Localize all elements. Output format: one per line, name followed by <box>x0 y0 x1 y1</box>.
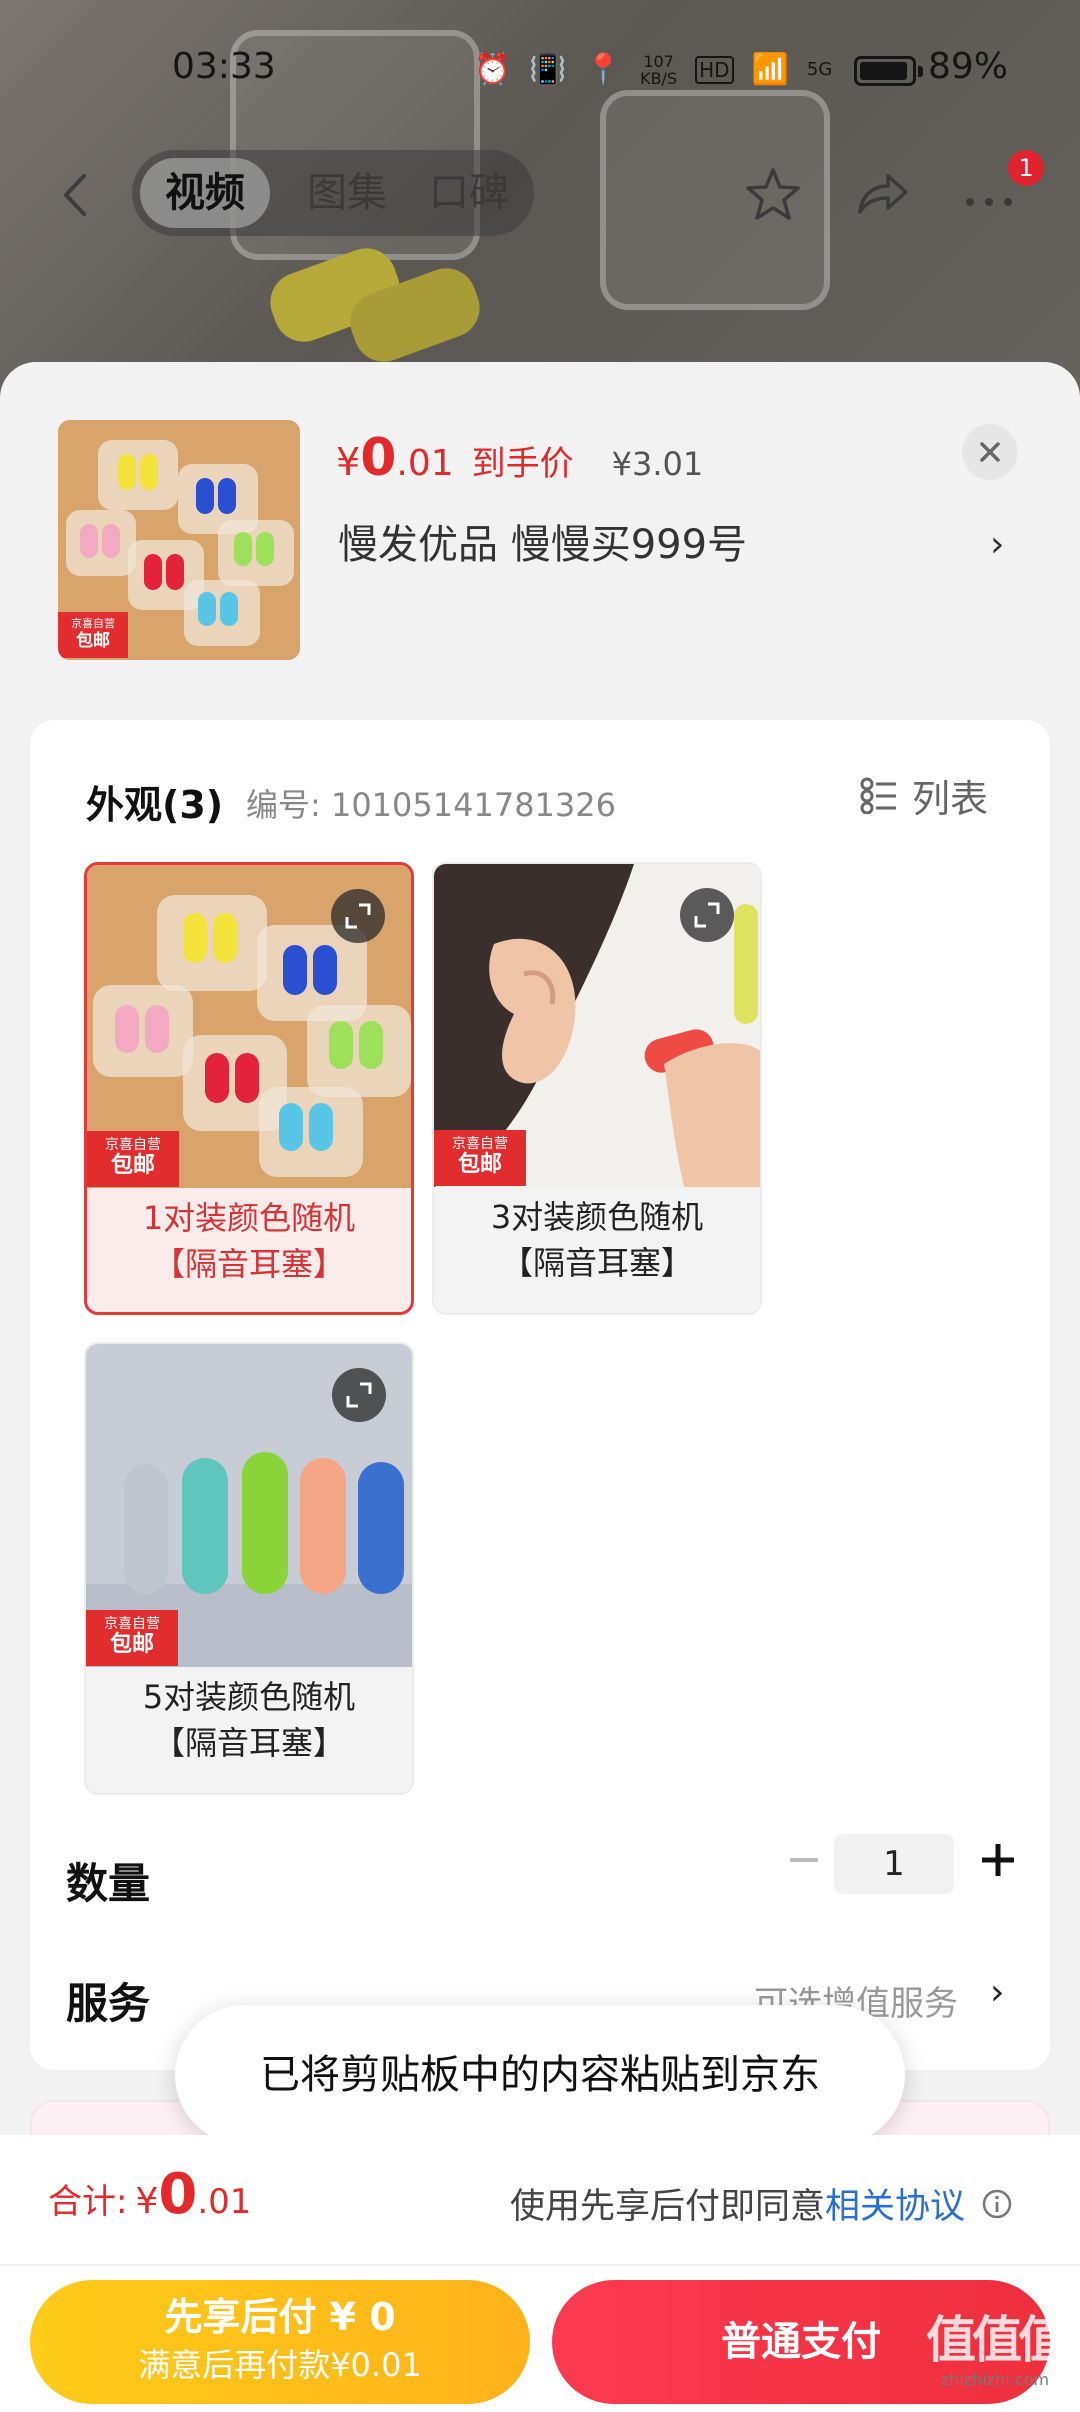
list-toggle-label: 列表 <box>912 776 989 821</box>
price-decimal: .01 <box>396 443 454 484</box>
expand-arrows-icon <box>345 903 371 929</box>
price-tag-label: 到手价 <box>471 444 574 484</box>
variant-label: 1对装颜色随机 【隔音耳塞】 <box>87 1195 411 1287</box>
price-integer: 0 <box>360 428 397 488</box>
total-currency: ¥ <box>135 2181 159 2222</box>
variant-label-line2: 【隔音耳塞】 <box>152 1724 345 1762</box>
quantity-label: 数量 <box>66 1859 151 1908</box>
jd-tag-line1: 京喜自营 <box>104 1616 160 1632</box>
location-icon: 📍 <box>584 52 623 87</box>
jd-tag-line2: 包邮 <box>457 1152 502 1177</box>
agreement-link[interactable]: 相关协议 <box>825 2178 965 2229</box>
status-time: 03:33 <box>172 46 276 87</box>
status-bar: 03:33 ⏰ 📳 📍 107 KB/S HD 📶 5G 89% <box>0 40 1080 102</box>
variant-label-line2: 【隔音耳塞】 <box>152 1245 345 1283</box>
product-thumbnail[interactable]: 京喜自营 包邮 <box>58 420 300 660</box>
vibrate-icon: 📳 <box>529 52 567 87</box>
jd-self-operated-tag: 京喜自营 包邮 <box>434 1130 526 1186</box>
info-icon[interactable] <box>981 2188 1013 2220</box>
close-icon <box>980 442 1000 462</box>
battery-percent: 89% <box>928 46 1009 87</box>
appearance-title: 外观(3) <box>86 783 224 827</box>
quantity-decrease-button[interactable] <box>774 1830 834 1890</box>
total-decimal: .01 <box>197 2182 252 2222</box>
total-integer: 0 <box>158 2162 198 2227</box>
quantity-increase-button[interactable] <box>968 1830 1028 1890</box>
signal-5g-icon: 5G <box>806 59 833 80</box>
expand-icon[interactable] <box>331 889 385 943</box>
watermark-logo: 值值值 <box>926 2311 1068 2369</box>
favorite-button[interactable] <box>740 162 806 228</box>
network-speed: 107 KB/S <box>640 53 677 87</box>
tab-reviews[interactable]: 口碑 <box>404 158 534 228</box>
jd-tag-line1: 京喜自营 <box>105 1137 161 1153</box>
jd-tag-line1: 京喜自营 <box>71 617 115 630</box>
close-button[interactable] <box>962 424 1018 480</box>
pay-later-title: 先享后付 ¥ 0 <box>164 2295 396 2339</box>
minus-icon <box>790 1858 818 1862</box>
jd-tag-line2: 包邮 <box>109 1632 154 1657</box>
chevron-left-icon <box>64 174 86 216</box>
product-code: 编号: 10105141781326 <box>246 786 616 824</box>
list-icon <box>860 777 896 814</box>
hd-icon: HD <box>695 56 734 84</box>
agreement-text: 使用先享后付即同意 <box>510 2187 826 2227</box>
variant-option-1-pair[interactable]: 京喜自营 包邮 1对装颜色随机 【隔音耳塞】 <box>84 862 414 1315</box>
top-nav: 视频 图集 口碑 <box>0 150 1080 240</box>
variant-label-line2: 【隔音耳塞】 <box>500 1244 693 1282</box>
share-icon <box>858 174 908 214</box>
variant-label-line1: 3对装颜色随机 <box>490 1198 704 1236</box>
variant-option-5-pairs[interactable]: 京喜自营 包邮 5对装颜色随机 【隔音耳塞】 <box>84 1342 414 1795</box>
watermark-site: zhizhizhi.com <box>940 2370 1050 2389</box>
expand-icon[interactable] <box>332 1368 386 1422</box>
shop-name[interactable]: 慢发优品 慢慢买999号 <box>338 512 747 570</box>
jd-tag-line1: 京喜自营 <box>452 1136 508 1152</box>
total-label: 合计: <box>48 2182 128 2222</box>
wifi-icon: 📶 <box>751 52 789 87</box>
media-tabs: 视频 图集 口碑 <box>132 150 534 236</box>
list-view-toggle[interactable]: 列表 <box>860 770 989 821</box>
jd-self-operated-tag: 京喜自营 包邮 <box>86 1610 178 1666</box>
tab-gallery[interactable]: 图集 <box>282 158 412 228</box>
expand-arrows-icon <box>346 1382 372 1408</box>
jd-self-operated-tag: 京喜自营 包邮 <box>87 1131 179 1187</box>
pay-later-subtitle: 满意后再付款¥0.01 <box>138 2346 422 2384</box>
clipboard-toast: 已将剪贴板中的内容粘贴到京东 <box>175 2005 905 2145</box>
tab-video[interactable]: 视频 <box>140 158 270 228</box>
price-row: ¥ 0 .01 到手价 ¥3.01 <box>336 428 703 498</box>
back-button[interactable] <box>52 170 102 220</box>
status-icons: ⏰ 📳 📍 107 KB/S HD 📶 5G <box>474 50 832 90</box>
chevron-right-icon[interactable]: › <box>990 1972 1004 2013</box>
pay-later-button[interactable]: 先享后付 ¥ 0 满意后再付款¥0.01 <box>30 2280 530 2404</box>
jd-tag-line2: 包邮 <box>76 631 110 651</box>
options-card: 外观(3) 编号: 10105141781326 列表 京喜自营 包邮 1对装颜… <box>30 720 1050 2070</box>
star-icon <box>746 168 800 220</box>
battery-icon <box>854 56 916 86</box>
alarm-icon: ⏰ <box>474 52 512 87</box>
variant-label-line1: 5对装颜色随机 <box>142 1678 356 1716</box>
battery-tip <box>918 66 923 77</box>
total-price-row: 合计: ¥ 0 .01 <box>48 2162 251 2227</box>
share-button[interactable] <box>848 162 914 228</box>
jd-self-operated-tag: 京喜自营 包邮 <box>58 612 128 658</box>
expand-arrows-icon <box>694 902 720 928</box>
quantity-input[interactable] <box>834 1834 954 1894</box>
site-watermark: 值值值 zhizhizhi.com <box>920 2310 1070 2390</box>
expand-icon[interactable] <box>680 888 734 942</box>
plus-icon <box>982 1844 1014 1876</box>
price-currency: ¥ <box>336 440 361 484</box>
variant-label: 5对装颜色随机 【隔音耳塞】 <box>86 1674 412 1766</box>
service-label: 服务 <box>66 1979 151 2028</box>
variant-label-line1: 1对装颜色随机 <box>142 1199 356 1237</box>
variant-option-3-pairs[interactable]: 京喜自营 包邮 3对装颜色随机 【隔音耳塞】 <box>432 862 762 1315</box>
notification-badge: 1 <box>1008 150 1044 186</box>
jd-tag-line2: 包邮 <box>110 1153 155 1178</box>
network-speed-unit: KB/S <box>640 69 678 88</box>
original-price: ¥3.01 <box>611 445 704 483</box>
variant-label: 3对装颜色随机 【隔音耳塞】 <box>434 1194 760 1286</box>
divider <box>0 2264 1080 2266</box>
agreement-row: 使用先享后付即同意 相关协议 <box>510 2178 1013 2229</box>
chevron-right-icon[interactable]: › <box>990 524 1004 565</box>
